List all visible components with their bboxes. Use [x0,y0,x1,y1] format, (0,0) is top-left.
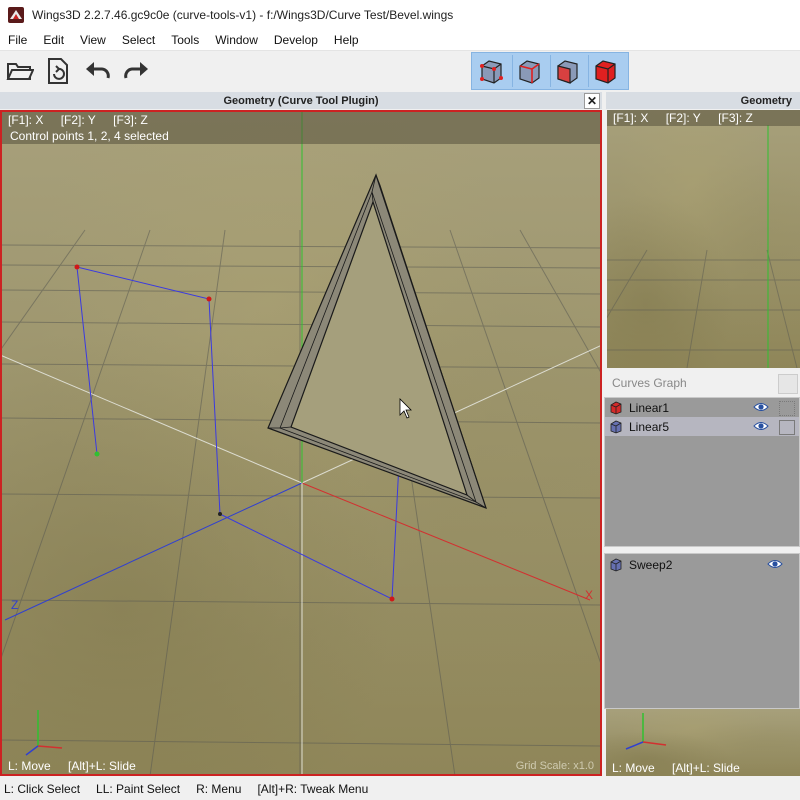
sweep-triangle-mesh [267,173,487,509]
toolbar [0,51,800,91]
side-viewport-scene [607,125,800,368]
selection-mode-group [471,52,629,90]
side-axis-key-z: [F3]: Z [718,111,753,125]
menu-window[interactable]: Window [207,33,266,47]
side-viewport-title-bar: Geometry [606,92,800,109]
viewport-status: L: Move [Alt]+L: Slide [2,758,600,774]
status-bar: L: Click Select LL: Paint Select R: Menu… [0,778,800,800]
undo-button[interactable] [82,55,114,87]
body-mode-icon [595,60,616,84]
redo-icon [124,62,148,79]
z-axis-line [4,482,303,621]
close-icon: ✕ [586,94,598,108]
side-axis-key-y: [F2]: Y [665,111,701,125]
axis-key-y: [F2]: Y [60,113,96,127]
control-point[interactable] [94,451,100,457]
menu-tools[interactable]: Tools [163,33,207,47]
status-tweak-menu: [Alt]+R: Tweak Menu [257,782,369,796]
selection-message: Control points 1, 2, 4 selected [10,129,169,143]
window-title: Wings3D 2.2.7.46.gc9c0e (curve-tools-v1)… [32,8,454,22]
x-axis-label: X [585,588,594,602]
face-mode-icon [557,60,578,84]
main-viewport-title: Geometry (Curve Tool Plugin) [223,94,379,107]
mesh-object-icon [610,558,622,571]
z-axis-label: Z [11,598,19,612]
menu-develop[interactable]: Develop [266,33,326,47]
grid-scale-label: Grid Scale: x1.0 [515,760,594,772]
eye-icon[interactable] [753,401,769,413]
objects-list: Sweep2 [604,553,800,709]
axis-key-x: [F1]: X [8,113,44,127]
side-viewport-info-bar: [F1]: X [F2]: Y [F3]: Z [607,110,800,126]
lock-toggle[interactable] [779,401,795,416]
status-menu: R: Menu [196,782,242,796]
status-move: L: Move [8,759,51,773]
vertex-mode-icon [480,60,503,84]
list-item-label: Linear1 [629,400,670,415]
ground-grid [2,229,600,774]
save-icon [48,58,68,84]
eye-icon[interactable] [753,420,769,432]
menu-view[interactable]: View [72,33,114,47]
main-viewport-title-bar: Geometry (Curve Tool Plugin) ✕ [0,92,602,109]
side-viewport-title: Geometry [740,94,792,107]
side-viewport-bottom[interactable]: L: Move [Alt]+L: Slide [606,709,800,776]
eye-icon[interactable] [767,558,783,570]
vertex-mode-button[interactable] [475,55,507,87]
side-viewport-status: L: Move [Alt]+L: Slide [606,760,800,776]
open-folder-icon [6,63,34,80]
axis-key-z: [F3]: Z [113,113,148,127]
side-status-slide: [Alt]+L: Slide [672,761,740,775]
curve-object-red-icon [610,401,622,414]
body-mode-button[interactable] [588,55,621,87]
menu-file[interactable]: File [0,33,35,47]
curves-graph-title: Curves Graph [612,376,687,390]
side-viewport[interactable]: [F1]: X [F2]: Y [F3]: Z [607,110,800,368]
control-point[interactable] [74,264,80,270]
redo-button[interactable] [120,55,152,87]
list-item-linear5[interactable]: Linear5 [605,417,799,436]
x-axis-negative [2,355,303,484]
status-paint-select: LL: Paint Select [96,782,181,796]
x-axis-line [301,482,591,601]
edge-mode-button[interactable] [512,55,545,87]
axis-gizmo [25,710,63,756]
menu-help[interactable]: Help [326,33,367,47]
side-status-move: L: Move [612,761,655,775]
save-button[interactable] [42,55,74,87]
curves-graph-header: Curves Graph [604,370,800,396]
list-item-label: Linear5 [629,419,670,434]
lock-toggle[interactable] [779,420,795,435]
close-viewport-button[interactable]: ✕ [584,93,600,109]
list-item-sweep2[interactable]: Sweep2 [605,555,799,574]
viewport-info-bar: [F1]: X [F2]: Y [F3]: Z Control points 1… [2,112,600,144]
menu-bar: File Edit View Select Tools Window Devel… [0,30,800,51]
main-viewport[interactable]: X Z [F1]: X [F2]: Y [F3]: Z Control poin… [0,110,602,776]
edge-mode-icon [519,60,540,84]
app-logo-icon [8,7,24,23]
control-point[interactable] [218,512,222,516]
list-item-label: Sweep2 [629,557,673,572]
menu-select[interactable]: Select [114,33,163,47]
control-point[interactable] [206,296,212,302]
status-slide: [Alt]+L: Slide [68,759,136,773]
menu-edit[interactable]: Edit [35,33,72,47]
viewport-scene [2,112,600,774]
status-click-select: L: Click Select [4,782,81,796]
control-point[interactable] [389,596,395,602]
curves-list: Linear1 Linear5 [604,397,800,547]
undo-icon [86,62,110,79]
side-axis-key-x: [F1]: X [613,111,649,125]
title-bar: Wings3D 2.2.7.46.gc9c0e (curve-tools-v1)… [0,0,800,30]
curves-graph-button[interactable] [778,374,798,394]
list-item-linear1[interactable]: Linear1 [605,398,799,417]
face-mode-button[interactable] [550,55,583,87]
curve-object-blue-icon [610,420,622,433]
open-button[interactable] [4,55,36,87]
